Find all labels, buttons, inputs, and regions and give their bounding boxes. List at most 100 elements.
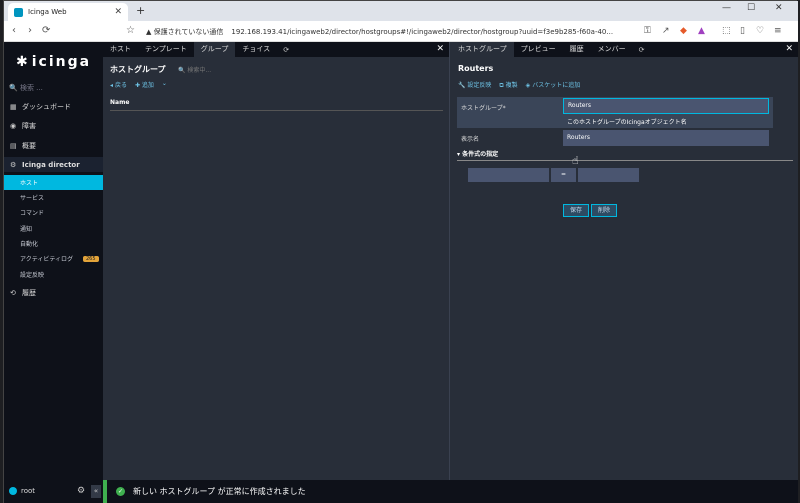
delete-button[interactable]: 削除 [591,204,617,217]
condition-section-header[interactable]: ▾ 条件式の指定 [457,149,793,161]
sidebar-item-history[interactable]: ⟲ 履歴 [4,285,103,300]
sidebar-item-services[interactable]: サービス [4,190,103,205]
user-menu[interactable]: root [9,487,35,495]
sidebar-item-label: 障害 [22,121,36,130]
sidebar: ✱ icinga 🔍 検索 ... ▦ ダッシュボード ◉ 障害 ▤ 概要 ⚙ Icing… [4,42,111,503]
sidebar-item-label: 通知 [20,226,33,233]
wallet-icon[interactable]: ♡ [756,26,764,36]
sidebar-item-label: ホスト [20,180,39,187]
browser-tab[interactable]: Icinga Web ✕ [8,3,128,21]
clone-icon: ⧉ [499,82,504,89]
brave-shield-icon[interactable]: ◆ [680,26,687,36]
mouse-cursor-icon: ☝ [572,154,579,167]
sidebar-toggle-icon[interactable]: ▯ [740,26,745,36]
tab-templates[interactable]: テンプレート [138,42,194,57]
add-to-basket-link[interactable]: ◈ バスケットに追加 [526,80,581,90]
sidebar-item-notifications[interactable]: 通知 [4,221,103,236]
tab-choices[interactable]: チョイス [235,42,277,57]
plus-icon: ✚ [134,82,140,89]
address-bar: ‹ › ⟳ ☆ ▲ 保護されていない通信 192.168.193.41/icin… [4,21,798,42]
notification-message: 新しい ホストグループ が正常に作成されました [133,487,306,496]
column-header-name[interactable]: Name [110,99,443,111]
sidebar-item-label: Icinga director [22,160,80,169]
share-icon[interactable]: ↗ [662,26,670,36]
url-text[interactable]: 192.168.193.41/icingaweb2/director/hostg… [231,28,613,36]
sidebar-item-automation[interactable]: 自動化 [4,236,103,251]
deploy-label: 設定反映 [467,82,492,89]
collapse-sidebar-button[interactable]: « [91,485,101,498]
left-actions: ◂ 戻る ✚ 追加 ⌄ [110,80,167,89]
sidebar-item-label: 履歴 [22,288,36,297]
condition-property-select[interactable] [468,168,549,182]
brave-rewards-icon[interactable]: ▲ [698,26,705,36]
user-name: root [21,487,36,495]
sidebar-item-label: ダッシュボード [22,102,71,111]
sidebar-item-dashboard[interactable]: ▦ ダッシュボード [4,99,103,114]
tab-close-icon[interactable]: ✕ [114,7,122,17]
refresh-icon[interactable]: ⟳ [277,46,295,54]
window-close-icon[interactable]: ✕ [775,3,783,13]
sidebar-item-label: コマンド [20,210,45,217]
back-link[interactable]: ◂ 戻る [110,80,127,89]
left-tabs: ホスト テンプレート グループ チョイス ⟳ ✕ [103,42,449,57]
basket-label: バスケットに追加 [532,82,581,89]
close-panel-icon[interactable]: ✕ [436,44,444,54]
clone-link[interactable]: ⧉ 複製 [499,80,517,90]
sidebar-item-activity-log[interactable]: アクティビティログ 265 [4,251,103,266]
more-dropdown-icon[interactable]: ⌄ [162,80,167,89]
new-tab-button[interactable]: + [136,4,145,17]
sidebar-item-label: 設定反映 [20,272,45,279]
sidebar-search-placeholder: 検索 ... [19,84,43,92]
hostgroup-hint: このホストグループのIcingaオブジェクト名 [567,119,687,126]
key-icon[interactable]: ⚿ [644,26,651,36]
extensions-icon[interactable]: ⬚ [722,26,731,36]
add-link[interactable]: ✚ 追加 [135,80,154,89]
refresh-icon[interactable]: ⟳ [633,46,651,54]
sidebar-item-overview[interactable]: ▤ 概要 [4,138,103,153]
tab-members[interactable]: メンバー [591,42,633,57]
add-label: 追加 [141,82,154,89]
sidebar-item-label: 自動化 [20,241,39,248]
check-icon: ✓ [116,487,125,496]
menu-icon[interactable]: ≡ [774,26,782,36]
condition-operator-select[interactable]: = [551,168,576,182]
notification-bar: ✓ 新しい ホストグループ が正常に作成されました [103,480,798,503]
forward-nav-icon[interactable]: › [28,25,32,36]
icinga-logo-mark-icon: ✱ [16,54,30,70]
search-input[interactable]: 🔍 検索中... [178,65,211,74]
sidebar-item-label: アクティビティログ [20,256,73,263]
tab-hosts[interactable]: ホスト [103,42,138,57]
icinga-logo[interactable]: ✱ icinga [16,54,91,70]
reload-icon[interactable]: ⟳ [42,25,50,36]
detail-actions: 🔧 設定反映 ⧉ 複製 ◈ バスケットに追加 [458,80,580,90]
sidebar-item-label: サービス [20,195,45,202]
back-label: 戻る [114,82,127,89]
bookmark-icon[interactable]: ☆ [126,25,135,36]
security-warning[interactable]: ▲ 保護されていない通信 [146,27,223,37]
sidebar-item-hosts[interactable]: ホスト [4,175,111,190]
sidebar-item-label: 概要 [22,141,36,150]
back-nav-icon[interactable]: ‹ [12,25,16,36]
save-button[interactable]: 保存 [563,204,589,217]
settings-gear-icon[interactable]: ⚙ [77,486,85,496]
close-panel-icon[interactable]: ✕ [785,44,793,54]
hostgroup-name-input[interactable]: Routers [563,98,769,114]
hostgroups-list-panel: ホスト テンプレート グループ チョイス ⟳ ✕ ホスト グループ 🔍 検索中..… [103,42,450,480]
maximize-icon[interactable]: ☐ [747,3,755,13]
tab-hostgroup[interactable]: ホストグループ [451,42,514,57]
sidebar-item-director[interactable]: ⚙ Icinga director [4,157,103,172]
sidebar-item-problems[interactable]: ◉ 障害 [4,118,103,133]
tab-history[interactable]: 履歴 [563,42,591,57]
tab-preview[interactable]: プレビュー [514,42,563,57]
condition-value-input[interactable] [578,168,639,182]
display-name-input[interactable]: Routers [563,130,769,146]
sidebar-item-commands[interactable]: コマンド [4,205,103,220]
url-field[interactable]: ▲ 保護されていない通信 192.168.193.41/icingaweb2/d… [146,24,634,39]
tab-groups[interactable]: グループ [193,42,236,57]
sidebar-item-deploy[interactable]: 設定反映 [4,267,103,282]
sidebar-search[interactable]: 🔍 検索 ... [9,83,43,93]
director-icon: ⚙ [10,160,17,169]
logo-text: icinga [31,54,92,70]
minimize-icon[interactable]: — [722,3,731,13]
deploy-link[interactable]: 🔧 設定反映 [458,80,491,90]
